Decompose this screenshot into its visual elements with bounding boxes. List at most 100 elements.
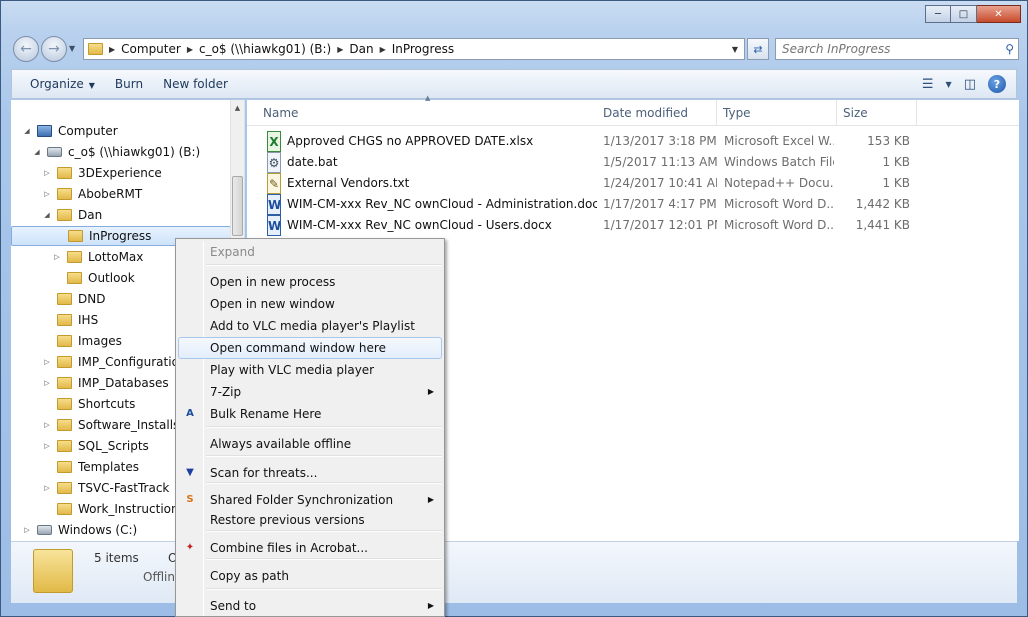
tree-item-3dexperience[interactable]: ▷ 3DExperience xyxy=(11,163,162,183)
tree-item-label: IHS xyxy=(78,313,99,327)
maximize-button[interactable]: □ xyxy=(951,5,977,23)
tree-item-templates[interactable]: Templates xyxy=(11,457,139,477)
file-row[interactable]: W WIM-CM-xxx Rev_NC ownCloud - Administra… xyxy=(247,194,1019,215)
folder-icon xyxy=(57,482,72,494)
tree-item-label: TSVC-FastTrack xyxy=(78,481,170,495)
menu-item-shared-folder-synchronization[interactable]: S Shared Folder Synchronization ▶ xyxy=(178,489,442,511)
column-size[interactable]: Size xyxy=(837,100,917,126)
view-dropdown-icon[interactable]: ▼ xyxy=(946,80,952,89)
file-date-modified: 1/17/2017 12:01 PM xyxy=(603,218,717,232)
file-row[interactable]: X Approved CHGS no APPROVED DATE.xlsx 1/13… xyxy=(247,131,1019,152)
column-type[interactable]: Type xyxy=(717,100,837,126)
help-icon[interactable]: ? xyxy=(988,75,1006,93)
preview-pane-icon[interactable]: ◫ xyxy=(964,77,976,92)
back-button[interactable]: ← xyxy=(13,36,39,62)
menu-item-label: Always available offline xyxy=(210,437,352,451)
file-date-modified: 1/13/2017 3:18 PM xyxy=(603,134,717,148)
column-header-row: Name Date modified Type Size ▲ xyxy=(247,94,1019,126)
column-name[interactable]: Name xyxy=(257,100,597,126)
chevron-down-icon[interactable]: ▼ xyxy=(726,45,744,54)
recent-pages-dropdown[interactable]: ▼ xyxy=(69,44,75,53)
menu-item-combine-files-in-acrobat[interactable]: ✦ Combine files in Acrobat... xyxy=(178,537,442,559)
tree-item-label: Shortcuts xyxy=(78,397,136,411)
menu-item-bulk-rename-here[interactable]: A Bulk Rename Here xyxy=(178,403,442,425)
tree-item-imp-configuration[interactable]: ▷ IMP_Configuration xyxy=(11,352,186,372)
expanded-arrow-icon[interactable]: ◢ xyxy=(21,127,33,135)
tree-item-label: Images xyxy=(78,334,122,348)
menu-item-7-zip[interactable]: 7-Zip ▶ xyxy=(178,381,442,403)
tree-item-c-o-hiawkg01-b[interactable]: ◢ c_o$ (\\hiawkg01) (B:) xyxy=(11,142,200,162)
menu-item-play-with-vlc-media-player[interactable]: Play with VLC media player xyxy=(178,359,442,381)
new-folder-button[interactable]: New folder xyxy=(153,77,238,91)
tree-item-ihs[interactable]: IHS xyxy=(11,310,98,330)
tree-item-label: SQL_Scripts xyxy=(78,439,149,453)
menu-item-send-to[interactable]: Send to ▶ xyxy=(178,595,442,616)
tree-item-dnd[interactable]: DND xyxy=(11,289,105,309)
refresh-button[interactable]: ⇄ xyxy=(747,38,769,60)
breadcrumb-dan[interactable]: Dan xyxy=(343,42,379,56)
tree-item-software-installs[interactable]: ▷ Software_Installs xyxy=(11,415,179,435)
tree-item-tsvc-fasttrack[interactable]: ▷ TSVC-FastTrack xyxy=(11,478,169,498)
search-box[interactable]: ⚲ xyxy=(775,38,1019,60)
file-row[interactable]: ⚙ date.bat 1/5/2017 11:13 AM Windows Batch … xyxy=(247,152,1019,173)
menu-item-restore-previous-versions[interactable]: Restore previous versions xyxy=(178,509,442,531)
menu-item-label: Open in new window xyxy=(210,297,335,311)
tree-item-label: c_o$ (\\hiawkg01) (B:) xyxy=(68,145,201,159)
column-date-modified[interactable]: Date modified xyxy=(597,100,717,126)
minimize-button[interactable]: ─ xyxy=(925,5,951,23)
tree-item-images[interactable]: Images xyxy=(11,331,122,351)
acrobat-icon: ✦ xyxy=(185,542,195,553)
folder-icon xyxy=(67,272,82,284)
breadcrumb-computer[interactable]: Computer xyxy=(115,42,187,56)
tree-item-lottomax[interactable]: ▷ LottoMax xyxy=(11,247,143,267)
tree-item-imp-databases[interactable]: ▷ IMP_Databases xyxy=(11,373,168,393)
expanded-arrow-icon[interactable]: ◢ xyxy=(41,211,53,219)
collapsed-arrow-icon[interactable]: ▷ xyxy=(41,442,53,450)
file-size: 1 KB xyxy=(882,155,910,169)
collapsed-arrow-icon[interactable]: ▷ xyxy=(41,190,53,198)
file-date-modified: 1/5/2017 11:13 AM xyxy=(603,155,717,169)
tree-item-work-instructions[interactable]: Work_Instructions xyxy=(11,499,185,519)
explorer-window: ─ □ ✕ ← → ▼ ▶ Computer ▶ c_o$ (\\hiawkg0… xyxy=(0,0,1028,617)
collapsed-arrow-icon[interactable]: ▷ xyxy=(41,379,53,387)
burn-button[interactable]: Burn xyxy=(105,77,153,91)
menu-item-open-command-window-here[interactable]: Open command window here xyxy=(178,337,442,359)
menu-item-open-in-new-process[interactable]: Open in new process xyxy=(178,271,442,293)
search-input[interactable] xyxy=(782,42,992,56)
collapsed-arrow-icon[interactable]: ▷ xyxy=(41,421,53,429)
tree-item-computer[interactable]: ◢ Computer xyxy=(11,121,117,141)
breadcrumb-drive[interactable]: c_o$ (\\hiawkg01) (B:) xyxy=(193,42,337,56)
tree-item-windows-c[interactable]: ▷ Windows (C:) xyxy=(11,520,137,540)
scroll-thumb[interactable] xyxy=(232,176,243,236)
tree-item-label: InProgress xyxy=(89,229,152,243)
menu-item-add-to-vlc-media-player-s-playlist[interactable]: Add to VLC media player's Playlist xyxy=(178,315,442,337)
tree-item-abobermt[interactable]: ▷ AbobeRMT xyxy=(11,184,142,204)
menu-item-scan-for-threats[interactable]: ▼ Scan for threats... xyxy=(178,462,442,484)
collapsed-arrow-icon[interactable]: ▷ xyxy=(41,358,53,366)
tree-item-dan[interactable]: ◢ Dan xyxy=(11,205,102,225)
expanded-arrow-icon[interactable]: ◢ xyxy=(31,148,43,156)
organize-button[interactable]: Organize ▼ xyxy=(12,77,105,91)
menu-item-label: Add to VLC media player's Playlist xyxy=(210,319,415,333)
forward-button[interactable]: → xyxy=(41,36,67,62)
menu-item-open-in-new-window[interactable]: Open in new window xyxy=(178,293,442,315)
excel-file-icon: X xyxy=(267,131,281,152)
menu-item-always-available-offline[interactable]: Always available offline xyxy=(178,433,442,455)
collapsed-arrow-icon[interactable]: ▷ xyxy=(41,169,53,177)
view-options-icon[interactable]: ☰ xyxy=(922,77,934,92)
search-icon[interactable]: ⚲ xyxy=(1005,42,1014,56)
menu-item-copy-as-path[interactable]: Copy as path xyxy=(178,565,442,587)
tree-item-outlook[interactable]: Outlook xyxy=(11,268,135,288)
tree-item-sql-scripts[interactable]: ▷ SQL_Scripts xyxy=(11,436,149,456)
collapsed-arrow-icon[interactable]: ▷ xyxy=(21,526,33,534)
file-row[interactable]: ✎ External Vendors.txt 1/24/2017 10:41 AM N… xyxy=(247,173,1019,194)
tree-item-shortcuts[interactable]: Shortcuts xyxy=(11,394,135,414)
breadcrumb-inprogress[interactable]: InProgress xyxy=(386,42,460,56)
close-button[interactable]: ✕ xyxy=(977,5,1021,23)
collapsed-arrow-icon[interactable]: ▷ xyxy=(51,253,63,261)
scroll-up-icon[interactable]: ▲ xyxy=(231,100,244,116)
folder-icon xyxy=(57,188,72,200)
address-bar[interactable]: ▶ Computer ▶ c_o$ (\\hiawkg01) (B:) ▶ Da… xyxy=(83,38,745,60)
file-row[interactable]: W WIM-CM-xxx Rev_NC ownCloud - Users.docx… xyxy=(247,215,1019,236)
collapsed-arrow-icon[interactable]: ▷ xyxy=(41,484,53,492)
